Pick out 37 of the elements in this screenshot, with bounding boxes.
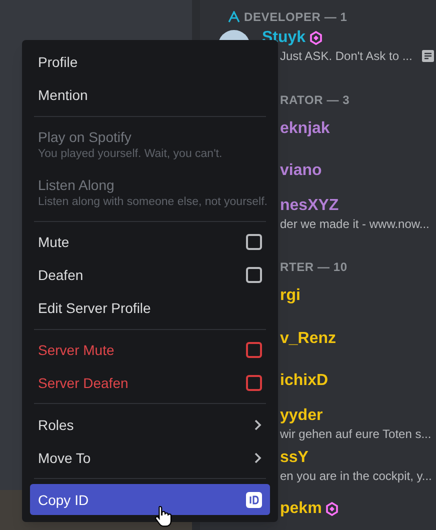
checkbox[interactable] (246, 234, 262, 250)
menu-item[interactable]: Mute (30, 226, 270, 258)
member-name[interactable]: rgi (280, 286, 300, 306)
menu-item[interactable]: Mention (30, 80, 270, 111)
member-name[interactable]: pekm (280, 498, 322, 519)
custom-status: wir gehen auf eure Toten s... (280, 426, 432, 442)
member-name[interactable]: nesXYZ (280, 196, 339, 216)
chevron-right-icon (254, 452, 262, 464)
role-header: DEVELOPER — 1 (244, 9, 348, 25)
menu-item[interactable]: Roles (30, 409, 270, 440)
menu-item[interactable]: Profile (30, 47, 270, 78)
chevron-right-icon (254, 418, 262, 431)
gem-icon (310, 31, 322, 46)
menu-item[interactable]: Copy ID (30, 484, 270, 516)
checkbox[interactable] (246, 374, 262, 391)
menu-item[interactable]: Edit Server Profile (30, 292, 270, 324)
menu-item[interactable]: Move To (30, 442, 270, 474)
member-name[interactable]: ssY (280, 448, 308, 468)
checkbox[interactable] (246, 342, 262, 358)
custom-status: en you are in the cockpit, y... (280, 468, 432, 484)
member-name[interactable]: ichixD (280, 371, 328, 392)
role-header: RTER — 10 (280, 259, 348, 275)
custom-status: Just ASK. Don't Ask to ... (280, 48, 412, 64)
member-name[interactable]: v_Renz (280, 328, 336, 349)
id-icon (246, 492, 262, 508)
role-header: RATOR — 3 (280, 92, 350, 108)
menu-item[interactable]: Server Mute (30, 334, 270, 366)
custom-status: der we made it - www.now... (280, 216, 430, 232)
member-name[interactable]: yyder (280, 406, 323, 426)
checkbox[interactable] (246, 267, 262, 284)
hand-cursor-icon (154, 505, 174, 527)
menu-item[interactable]: Deafen (30, 260, 270, 291)
member-name[interactable]: viano (280, 161, 322, 182)
gem-icon (326, 502, 338, 516)
menu-item[interactable]: Server Deafen (30, 367, 270, 398)
member-name[interactable]: eknjak (280, 118, 330, 139)
role-icon (228, 11, 240, 23)
